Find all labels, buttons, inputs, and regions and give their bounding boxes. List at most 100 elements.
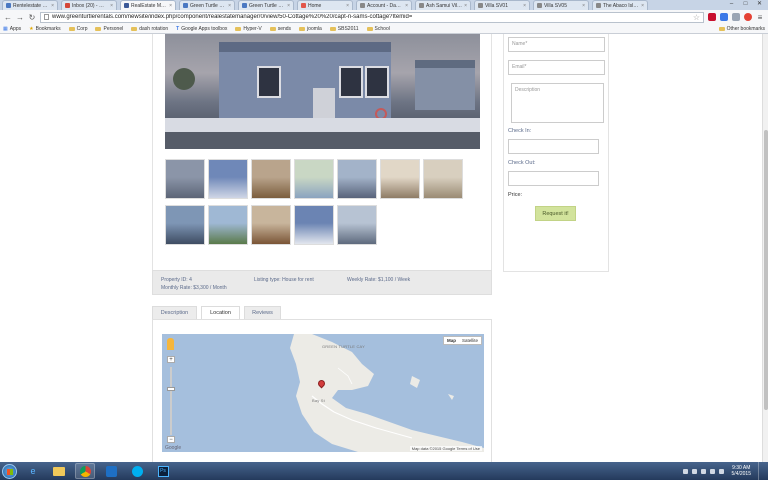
browser-tab[interactable]: The Abaco Island × xyxy=(592,0,648,10)
bookmark-item[interactable]: Hyper-V xyxy=(235,26,262,32)
request-button[interactable]: Request it! xyxy=(535,206,576,221)
bookmark-item[interactable]: Personel xyxy=(95,26,123,32)
volume-icon[interactable] xyxy=(718,468,724,474)
extension-icon[interactable] xyxy=(744,13,752,21)
outlook-icon[interactable] xyxy=(101,463,121,479)
close-tab-icon[interactable]: × xyxy=(523,3,526,9)
bookmark-item[interactable]: SBS2011 xyxy=(329,26,359,32)
bookmark-item[interactable]: dash rotation xyxy=(131,26,168,32)
tab-reviews[interactable]: Reviews xyxy=(244,306,281,320)
bookmark-item[interactable]: ▦ Apps xyxy=(3,26,21,32)
photoshop-icon[interactable]: Ps xyxy=(153,463,173,479)
maximize-button[interactable]: □ xyxy=(739,0,752,8)
browser-tab[interactable]: Villa SV01 × xyxy=(474,0,530,10)
zoom-out-button[interactable]: − xyxy=(167,436,175,443)
address-bar[interactable]: www.greenturtlerentals.com/newsite/index… xyxy=(40,11,704,23)
favicon-icon xyxy=(183,3,188,8)
gallery-thumbnail[interactable] xyxy=(294,205,334,245)
tray-icon[interactable] xyxy=(700,468,706,474)
extension-icon[interactable] xyxy=(732,13,740,21)
file-explorer-icon[interactable] xyxy=(49,463,69,479)
extension-icon[interactable] xyxy=(720,13,728,21)
page-scrollbar[interactable] xyxy=(762,34,768,462)
browser-tab[interactable]: Account - Dashbo × xyxy=(356,0,412,10)
tab-label: Green Turtle Renta xyxy=(190,2,226,9)
bookmark-item[interactable]: School xyxy=(366,26,390,32)
reload-button[interactable]: ↻ xyxy=(28,13,36,22)
browser-tab[interactable]: Villa SV05 × xyxy=(533,0,589,10)
browser-tab[interactable]: Ash Samui Villas × xyxy=(415,0,471,10)
close-tab-icon[interactable]: × xyxy=(169,3,172,9)
browser-tab[interactable]: Inbox (20) - mbox × xyxy=(61,0,117,10)
gallery-thumbnail[interactable] xyxy=(337,205,377,245)
clock[interactable]: 9:30 AM 5/4/2015 xyxy=(732,465,751,477)
main-property-photo[interactable] xyxy=(165,34,480,149)
tab-label: Account - Dashbo xyxy=(367,2,404,9)
skype-icon[interactable] xyxy=(127,463,147,479)
bookmark-item[interactable]: ★ Bookmarks xyxy=(29,26,61,32)
checkout-field[interactable] xyxy=(508,171,599,186)
checkin-field[interactable] xyxy=(508,139,599,154)
zoom-slider-knob[interactable] xyxy=(167,387,175,391)
zoom-slider-track[interactable] xyxy=(170,367,172,435)
gallery-thumbnail[interactable] xyxy=(423,159,463,199)
close-tab-icon[interactable]: × xyxy=(228,3,231,9)
map-credits[interactable]: Map data ©2015 Google Terms of Use xyxy=(409,446,482,451)
close-window-button[interactable]: ✕ xyxy=(753,0,766,8)
close-tab-icon[interactable]: × xyxy=(51,3,54,9)
gallery-thumbnail[interactable] xyxy=(380,159,420,199)
menu-icon[interactable]: ≡ xyxy=(756,13,764,22)
show-desktop-button[interactable] xyxy=(758,462,764,480)
chrome-icon[interactable] xyxy=(75,463,95,479)
gallery-thumbnail[interactable] xyxy=(208,159,248,199)
internet-explorer-icon[interactable]: e xyxy=(23,463,43,479)
close-tab-icon[interactable]: × xyxy=(582,3,585,9)
tab-description[interactable]: Description xyxy=(152,306,197,320)
gallery-thumbnail[interactable] xyxy=(165,159,205,199)
tab-location[interactable]: Location xyxy=(201,306,240,320)
gallery-thumbnail[interactable] xyxy=(294,159,334,199)
description-field[interactable]: Description xyxy=(511,83,604,123)
gallery-thumbnail[interactable] xyxy=(251,159,291,199)
scrollbar-thumb[interactable] xyxy=(764,130,768,410)
google-map[interactable]: GREEN TURTLE CAY Bay St Map Satellite + … xyxy=(162,334,484,452)
other-bookmarks[interactable]: Other bookmarks xyxy=(718,26,765,32)
gallery-thumbnail[interactable] xyxy=(337,159,377,199)
tray-icon[interactable] xyxy=(691,468,697,474)
forward-button[interactable]: → xyxy=(16,13,24,22)
bookmark-item[interactable]: Corp xyxy=(68,26,87,32)
close-tab-icon[interactable]: × xyxy=(641,3,644,9)
close-tab-icon[interactable]: × xyxy=(464,3,467,9)
email-field[interactable]: Email* xyxy=(508,60,605,75)
network-icon[interactable] xyxy=(709,468,715,474)
minimize-button[interactable]: – xyxy=(725,0,738,8)
browser-tab[interactable]: Green Turtle Renta× xyxy=(179,0,235,10)
page-viewport: Property ID: 4 Listing type: House for r… xyxy=(0,34,762,462)
pegman-icon[interactable] xyxy=(167,338,174,350)
name-field[interactable]: Name* xyxy=(508,37,605,52)
bookmark-item[interactable]: joomla xyxy=(299,26,322,32)
bookmark-star-icon[interactable]: ☆ xyxy=(693,13,700,22)
bookmark-item[interactable]: T Google Apps toolbox xyxy=(176,26,227,32)
gallery-thumbnail[interactable] xyxy=(208,205,248,245)
close-tab-icon[interactable]: × xyxy=(405,3,408,9)
bookmark-item[interactable]: sends xyxy=(269,26,291,32)
browser-tab[interactable]: Home × xyxy=(297,0,353,10)
gallery-thumbnail[interactable] xyxy=(251,205,291,245)
booking-form: Name* Email* Description Check In: Check… xyxy=(503,34,609,272)
start-button[interactable] xyxy=(2,463,17,479)
close-tab-icon[interactable]: × xyxy=(287,3,290,9)
map-type-satellite-button[interactable]: Satellite xyxy=(459,337,481,344)
browser-tab[interactable]: Green Turtle Renta× xyxy=(238,0,294,10)
zoom-in-button[interactable]: + xyxy=(167,356,175,363)
map-type-map-button[interactable]: Map xyxy=(444,337,459,344)
extension-icon[interactable] xyxy=(708,13,716,21)
close-tab-icon[interactable]: × xyxy=(110,3,113,9)
close-tab-icon[interactable]: × xyxy=(346,3,349,9)
browser-tab[interactable]: Rentelestate (UI.A× xyxy=(2,0,58,10)
browser-tab[interactable]: RealEstate Manag× xyxy=(120,0,176,10)
back-button[interactable]: ← xyxy=(4,13,12,22)
tray-icon[interactable] xyxy=(682,468,688,474)
star-icon: ★ xyxy=(29,25,34,32)
gallery-thumbnail[interactable] xyxy=(165,205,205,245)
